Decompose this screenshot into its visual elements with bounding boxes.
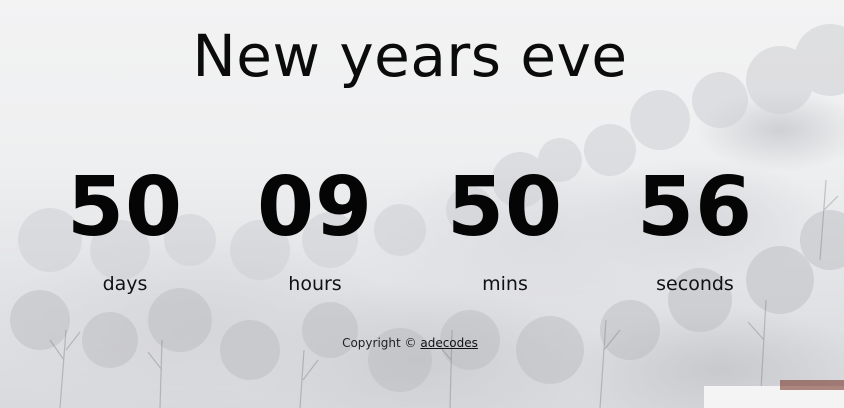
countdown-days: 50 days — [30, 158, 220, 296]
copyright-text: Copyright © — [342, 336, 417, 350]
countdown-mins: 50 mins — [410, 158, 600, 296]
days-value: 50 — [66, 160, 184, 255]
countdown-hours: 09 hours — [220, 158, 410, 296]
hours-label: hours — [288, 273, 342, 295]
page-title: New years eve — [192, 22, 628, 90]
seconds-label: seconds — [656, 273, 734, 295]
countdown-seconds: 56 seconds — [600, 158, 790, 296]
mins-value: 50 — [446, 160, 564, 255]
hours-value: 09 — [256, 160, 374, 255]
countdown-timer: 50 days 09 hours 50 mins 56 seconds — [30, 158, 790, 308]
footer-copyright: Copyright © adecodes — [0, 336, 820, 350]
mins-label: mins — [482, 273, 528, 295]
days-label: days — [102, 273, 148, 295]
seconds-value: 56 — [636, 160, 754, 255]
author-link[interactable]: adecodes — [420, 336, 478, 350]
